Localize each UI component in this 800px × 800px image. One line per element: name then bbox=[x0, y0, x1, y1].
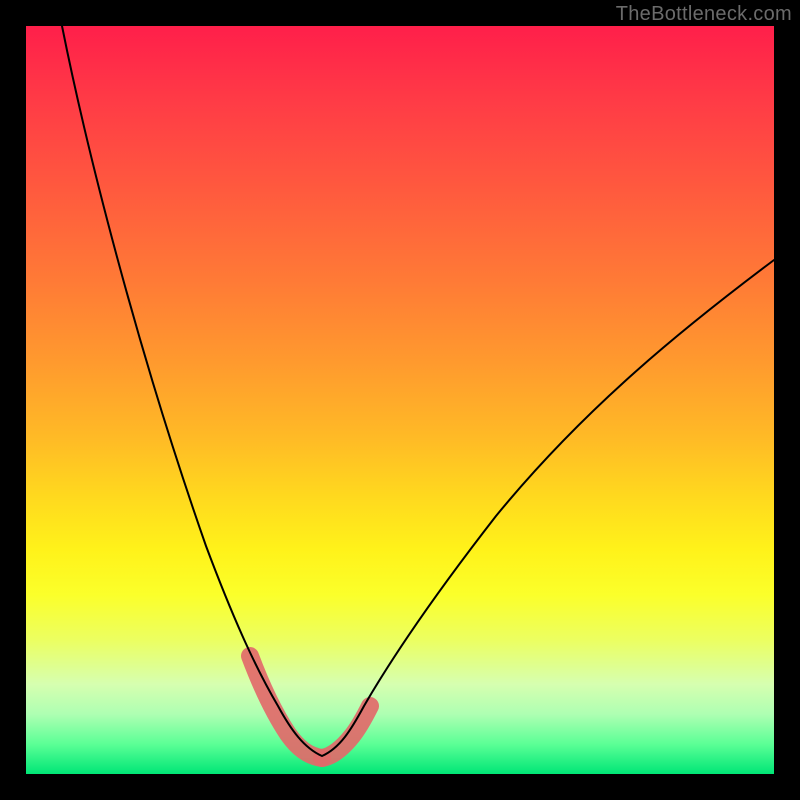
optimal-range-highlight-left bbox=[250, 656, 322, 758]
curve-layer bbox=[26, 26, 774, 774]
watermark-text: TheBottleneck.com bbox=[616, 3, 792, 26]
bottleneck-curve bbox=[62, 26, 774, 756]
chart-stage: TheBottleneck.com bbox=[0, 0, 800, 800]
optimal-range-highlight-right bbox=[322, 706, 370, 758]
